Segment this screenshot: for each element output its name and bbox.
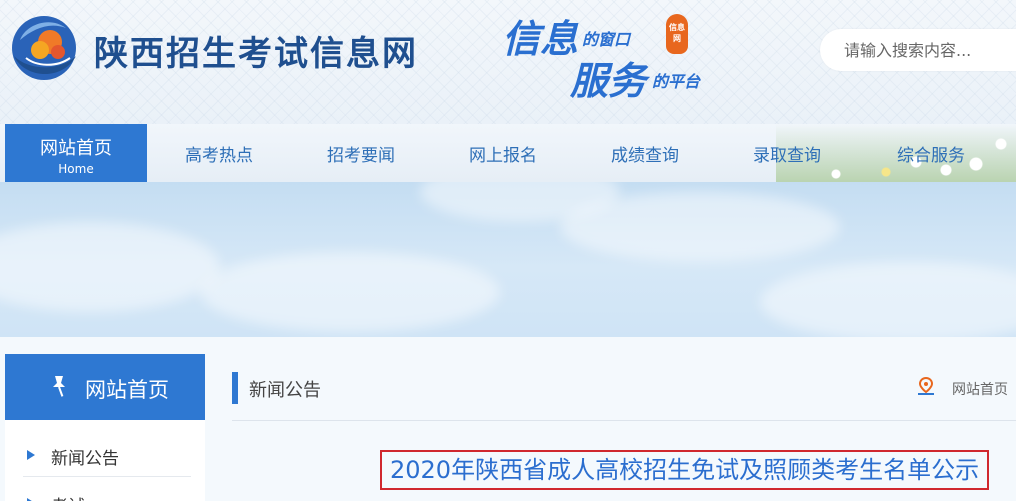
arrow-right-icon [27, 450, 35, 460]
sky-banner [0, 182, 1016, 337]
pin-icon [53, 376, 65, 397]
divider [23, 476, 191, 477]
cloud [200, 252, 500, 332]
nav-item-online-registration[interactable]: 网上报名 [432, 124, 574, 182]
sidebar-header: 网站首页 [5, 354, 205, 420]
nav-item-home[interactable]: 网站首页 Home [5, 124, 147, 182]
main-nav: 网站首页 Home 高考热点 招考要闻 网上报名 成绩查询 录取查询 综合服务 [0, 124, 1016, 182]
nav-item-exam-news[interactable]: 招考要闻 [290, 124, 432, 182]
slogan-line2-small: 的平台 [652, 72, 701, 91]
slogan-line1-big: 信息 [502, 16, 579, 61]
nav-home-sub: Home [58, 162, 94, 176]
site-title: 陕西招生考试信息网 [94, 34, 418, 74]
section-accent-bar [232, 372, 238, 404]
nav-home-label: 网站首页 [40, 138, 112, 159]
nav-item-gaokao-hot[interactable]: 高考热点 [148, 124, 290, 182]
cloud [760, 262, 1016, 337]
slogan-line1-small: 的窗口 [582, 30, 631, 49]
sidebar-title: 网站首页 [85, 378, 169, 402]
cloud [0, 222, 220, 312]
search-input[interactable] [820, 29, 1016, 71]
nav-item-services[interactable]: 综合服务 [858, 124, 1004, 182]
sidebar-list: 新闻公告 考试 [5, 420, 205, 501]
sidebar-item-label: 新闻公告 [51, 449, 119, 469]
sidebar-item-exam[interactable]: 考试 [5, 484, 205, 501]
article-title[interactable]: 2020年陕西省成人高校招生免试及照顾类考生名单公示 [380, 450, 990, 490]
site-header: 陕西招生考试信息网 信息 的窗口 服务 的平台 信息网 [0, 0, 1016, 124]
slogan-line2-big: 服务 [570, 58, 647, 103]
sidebar-item-news[interactable]: 新闻公告 [5, 436, 205, 477]
section-divider [232, 420, 1016, 421]
breadcrumb-home[interactable]: 网站首页 [952, 379, 1008, 399]
location-icon [918, 376, 934, 395]
slogan-graphic: 信息 的窗口 服务 的平台 信息网 [496, 6, 736, 103]
logo-icon[interactable] [6, 12, 80, 84]
sidebar-item-label: 考试 [51, 492, 85, 501]
section-title: 新闻公告 [249, 380, 321, 401]
search-box[interactable] [820, 29, 1016, 71]
seal-badge: 信息网 [666, 14, 688, 54]
nav-item-score-query[interactable]: 成绩查询 [574, 124, 716, 182]
main-content: 新闻公告 网站首页 2020年陕西省成人高校招生免试及照顾类考生名单公示 [232, 354, 1016, 501]
nav-item-admission-query[interactable]: 录取查询 [716, 124, 858, 182]
